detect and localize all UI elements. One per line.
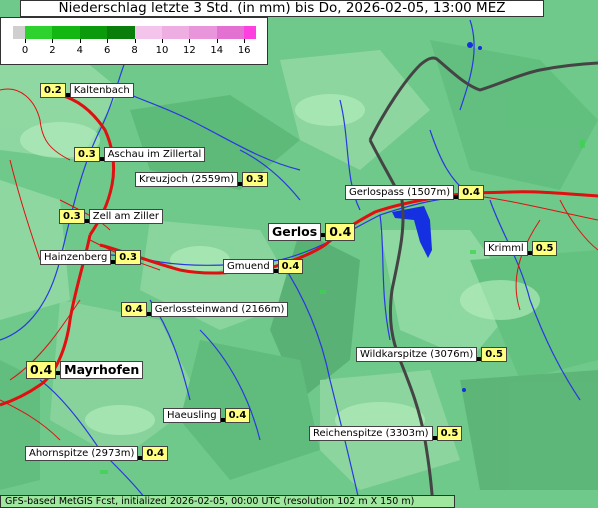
place-value: 0.5 — [481, 347, 507, 362]
legend-tick-mark — [216, 39, 218, 43]
place-value: 0.5 — [436, 426, 463, 441]
legend-tick-label: 10 — [155, 45, 169, 56]
legend-tick-label: 6 — [104, 45, 111, 56]
precipitation-legend: 0 2 4 6 8 10 12 14 16 — [0, 17, 268, 65]
legend-tick-mark — [244, 39, 246, 43]
legend-tick-label: 14 — [210, 45, 224, 56]
place-name: Gmuend — [223, 259, 274, 274]
place-aschau: 0.3 Aschau im Zillertal — [74, 147, 206, 162]
legend-tick-mark — [189, 39, 191, 43]
place-hainzenberg: Hainzenberg 0.3 — [40, 250, 142, 265]
place-value: 0.4 — [458, 185, 484, 200]
map-title: Niederschlag letzte 3 Std. (in mm) bis D… — [20, 0, 544, 17]
place-name: Hainzenberg — [40, 250, 112, 265]
place-name: Krimml — [484, 241, 528, 256]
place-value: 0.3 — [74, 147, 100, 162]
legend-tick-mark — [25, 39, 26, 43]
legend-tick-label: 2 — [49, 45, 56, 56]
map-stage: Niederschlag letzte 3 Std. (in mm) bis D… — [0, 0, 598, 508]
legend-color-segment — [189, 26, 218, 39]
place-value: 0.3 — [242, 172, 268, 187]
place-value: 0.3 — [115, 250, 142, 265]
small-lake — [462, 388, 466, 392]
place-value: 0.4 — [277, 259, 304, 274]
place-gerlos: Gerlos 0.4 — [268, 223, 356, 241]
legend-tick-label: 16 — [237, 45, 251, 56]
place-name: Kreuzjoch (2559m) — [135, 172, 239, 187]
place-value: 0.4 — [224, 408, 251, 423]
legend-tick-mark — [134, 39, 136, 43]
place-gerlospass: Gerlospass (1507m) 0.4 — [345, 185, 484, 200]
legend-tick-mark — [52, 39, 54, 43]
legend-color-segment — [216, 26, 245, 39]
place-name: Haeusling — [163, 408, 221, 423]
place-name: Ahornspitze (2973m) — [25, 446, 139, 461]
legend-tick-label: 12 — [183, 45, 196, 56]
legend-color-bar — [13, 26, 257, 39]
place-mayrhofen: 0.4 Mayrhofen — [26, 361, 144, 379]
legend-color-segment — [134, 26, 163, 39]
place-krimml: Krimml 0.5 — [484, 241, 558, 256]
place-value: 0.3 — [59, 209, 85, 224]
legend-tick-label: 0 — [21, 45, 29, 56]
place-gmuend: Gmuend 0.4 — [223, 259, 304, 274]
place-wildkarspitze: Wildkarspitze (3076m) 0.5 — [356, 347, 507, 362]
place-ahornspitze: Ahornspitze (2973m) 0.4 — [25, 446, 169, 461]
legend-color-segment — [107, 26, 136, 39]
legend-color-segment — [52, 26, 81, 39]
place-value: 0.4 — [325, 223, 356, 241]
place-value: 0.4 — [26, 361, 57, 379]
place-value: 0.4 — [121, 302, 147, 317]
place-name: Gerlospass (1507m) — [345, 185, 455, 200]
legend-color-segment — [25, 26, 53, 39]
legend-tick-label: 8 — [131, 45, 138, 56]
place-reichenspitze: Reichenspitze (3303m) 0.5 — [309, 426, 463, 441]
place-name: Zell am Ziller — [88, 209, 163, 224]
place-zell-am-ziller: 0.3 Zell am Ziller — [59, 209, 163, 224]
small-lake — [467, 42, 473, 48]
small-lake — [478, 46, 482, 50]
place-name: Aschau im Zillertal — [103, 147, 206, 162]
legend-color-segment — [79, 26, 108, 39]
place-kaltenbach: 0.2 Kaltenbach — [40, 83, 134, 98]
place-name: Wildkarspitze (3076m) — [356, 347, 478, 362]
legend-tick-mark — [79, 39, 81, 43]
place-value: 0.5 — [531, 241, 558, 256]
place-value: 0.2 — [40, 83, 66, 98]
place-name: Mayrhofen — [60, 361, 144, 379]
legend-tick-mark — [107, 39, 109, 43]
place-kreuzjoch: Kreuzjoch (2559m) 0.3 — [135, 172, 268, 187]
legend-color-segment — [244, 26, 257, 39]
place-name: Gerlossteinwand (2166m) — [150, 302, 289, 317]
place-haeusling: Haeusling 0.4 — [163, 408, 251, 423]
place-name: Gerlos — [268, 223, 322, 241]
legend-color-segment — [162, 26, 190, 39]
place-value: 0.4 — [142, 446, 169, 461]
place-name: Kaltenbach — [69, 83, 134, 98]
legend-color-segment — [13, 26, 25, 39]
legend-tick-mark — [162, 39, 163, 43]
place-name: Reichenspitze (3303m) — [309, 426, 433, 441]
place-gerlossteinwand: 0.4 Gerlossteinwand (2166m) — [121, 302, 289, 317]
legend-tick-label: 4 — [76, 45, 83, 56]
forecast-footer: GFS-based MetGIS Fcst, initialized 2026-… — [0, 495, 455, 508]
